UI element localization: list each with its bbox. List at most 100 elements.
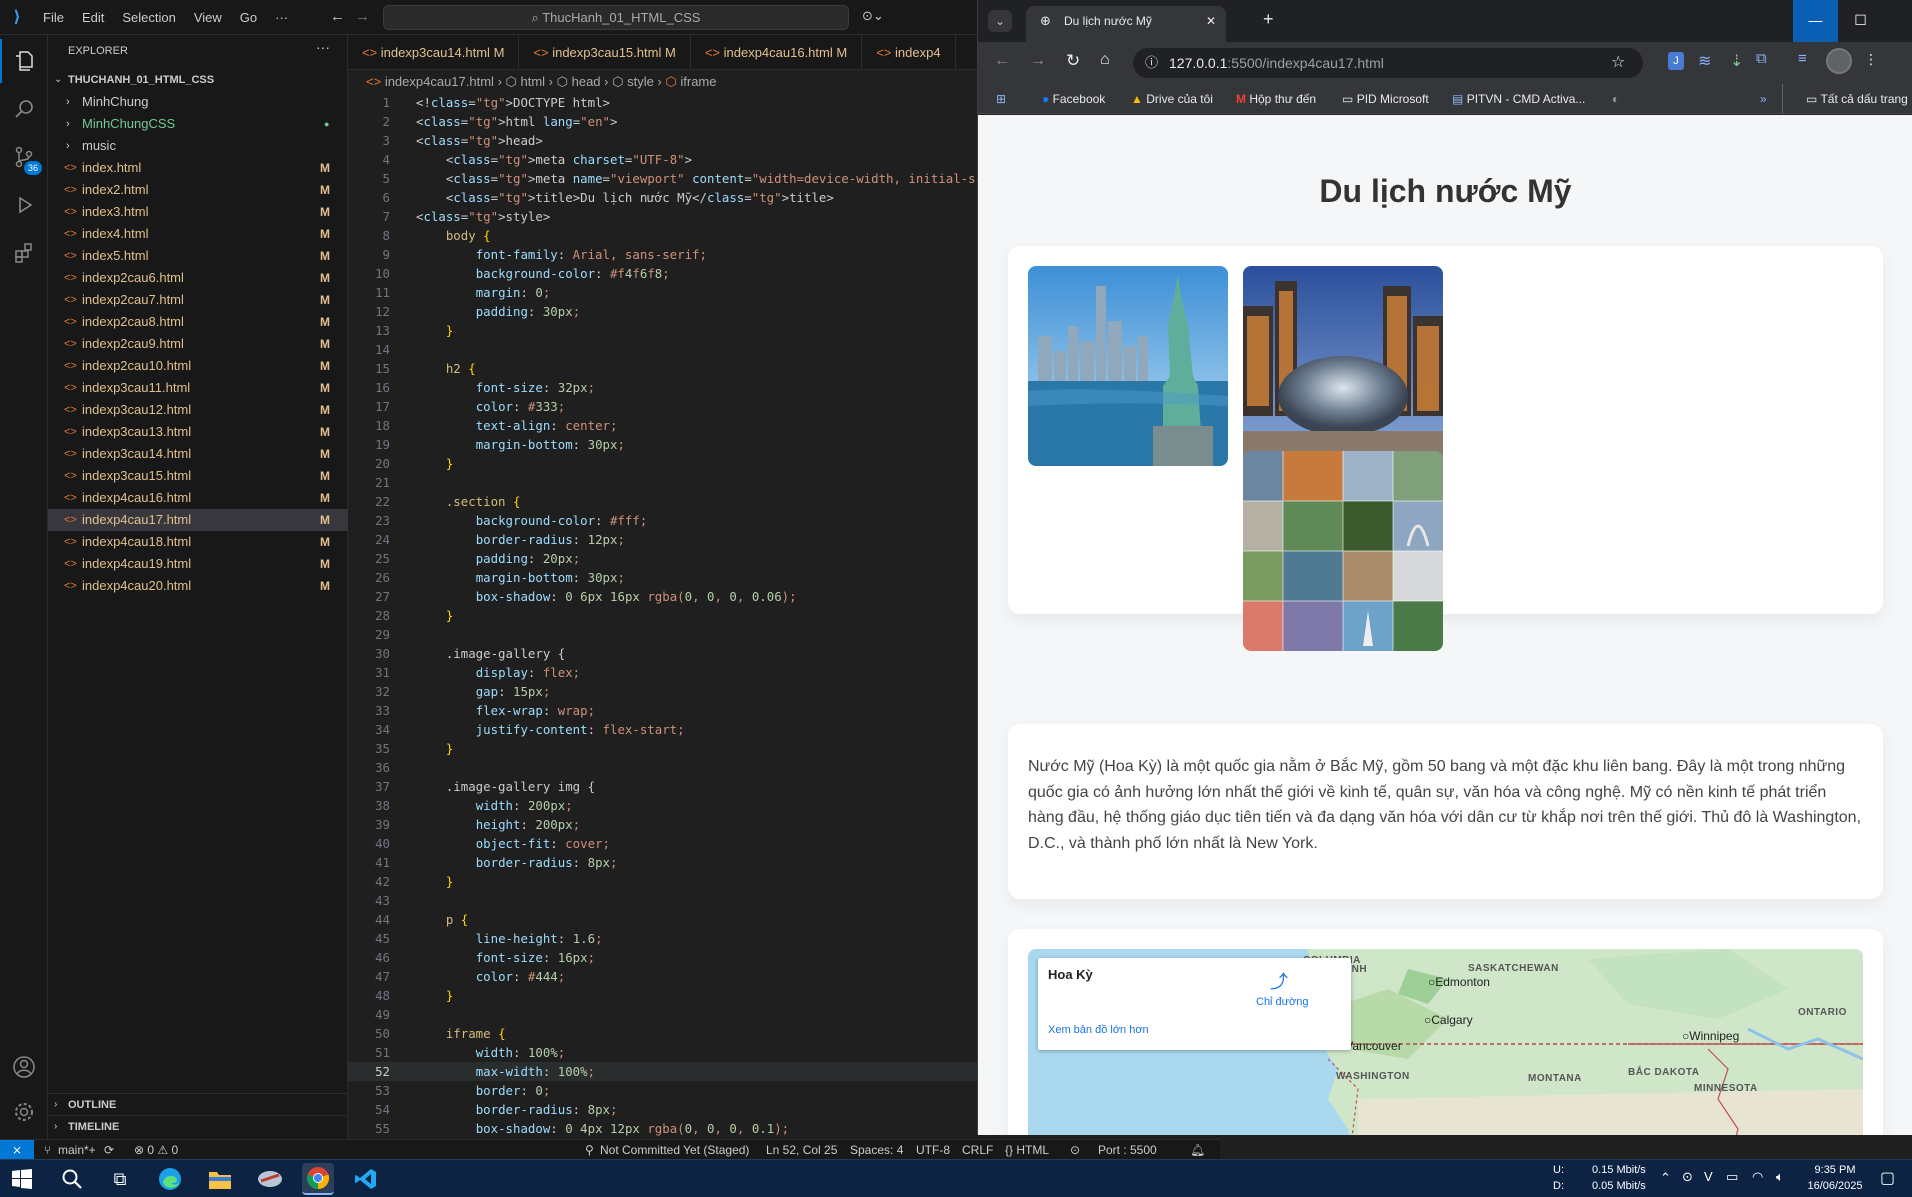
timeline-section[interactable]: › TIMELINE	[48, 1115, 348, 1137]
more-actions-icon[interactable]: ···	[316, 39, 330, 55]
outline-section[interactable]: › OUTLINE	[48, 1093, 348, 1115]
minimize-window-icon[interactable]: —	[1793, 0, 1838, 42]
globe-icon[interactable]: ◐	[1612, 84, 1619, 114]
browser-tab-active[interactable]: ⊕ Du lịch nước Mỹ ✕	[1026, 6, 1226, 42]
back-arrow-icon[interactable]: ←	[994, 52, 1010, 70]
file-item[interactable]: <> index3.html M	[48, 201, 348, 223]
code-line[interactable]: 17 color: #333;	[348, 397, 977, 416]
site-info-icon[interactable]: ⓘ	[1145, 48, 1158, 78]
extensions-icon[interactable]	[0, 231, 48, 275]
all-bookmarks-folder[interactable]: ▭ Tất cả dấu trang	[1806, 84, 1908, 114]
windows-start-icon[interactable]	[8, 1165, 36, 1193]
copilot-status-icon[interactable]: ⊙	[1070, 1140, 1080, 1160]
cursor-position[interactable]: Ln 52, Col 25	[766, 1140, 837, 1160]
menu-edit[interactable]: Edit	[82, 10, 104, 25]
file-item[interactable]: <> indexp2cau8.html M	[48, 311, 348, 333]
run-debug-icon[interactable]	[0, 183, 48, 227]
code-line[interactable]: 7 <class="tg">style>	[348, 207, 977, 226]
search-icon[interactable]	[0, 87, 48, 131]
file-item[interactable]: <> index.html M	[48, 157, 348, 179]
app-icon[interactable]	[256, 1165, 284, 1193]
code-line[interactable]: 3 <class="tg">head>	[348, 131, 977, 150]
code-line[interactable]: 2 <class="tg">html lang="en">	[348, 112, 977, 131]
file-item[interactable]: <> indexp2cau7.html M	[48, 289, 348, 311]
code-line[interactable]: 36	[348, 758, 977, 777]
code-line[interactable]: 45 line-height: 1.6;	[348, 929, 977, 948]
file-item[interactable]: <> indexp2cau9.html M	[48, 333, 348, 355]
tab-search-chevron-icon[interactable]: ⌄	[988, 10, 1012, 32]
menu-go[interactable]: Go	[240, 10, 257, 25]
live-server-port[interactable]: Port : 5500	[1098, 1140, 1157, 1160]
code-line[interactable]: 50 iframe {	[348, 1024, 977, 1043]
code-line[interactable]: 9 font-family: Arial, sans-serif;	[348, 245, 977, 264]
code-line[interactable]: 8 body {	[348, 226, 977, 245]
larger-map-link[interactable]: Xem bản đồ lớn hơn	[1048, 1024, 1149, 1036]
code-line[interactable]: 4 <class="tg">meta charset="UTF-8">	[348, 150, 977, 169]
code-line[interactable]: 21	[348, 473, 977, 492]
code-line[interactable]: 27 box-shadow: 0 6px 16px rgba(0, 0, 0, …	[348, 587, 977, 606]
code-line[interactable]: 43	[348, 891, 977, 910]
code-line[interactable]: 32 gap: 15px;	[348, 682, 977, 701]
code-line[interactable]: 54 border-radius: 8px;	[348, 1100, 977, 1119]
copilot-icon[interactable]: ⊙⌄	[862, 8, 884, 24]
code-line[interactable]: 20 }	[348, 454, 977, 473]
file-item[interactable]: <> index5.html M	[48, 245, 348, 267]
remote-icon[interactable]: ⨯	[0, 1140, 34, 1159]
extension-j-icon[interactable]: J	[1668, 52, 1684, 70]
battery-icon[interactable]: ▭	[1726, 1169, 1738, 1185]
download-icon[interactable]: ⇣	[1730, 51, 1743, 71]
file-item[interactable]: <> indexp3cau11.html M	[48, 377, 348, 399]
file-item[interactable]: <> index4.html M	[48, 223, 348, 245]
wifi-icon[interactable]: ◠	[1752, 1169, 1763, 1185]
code-line[interactable]: 24 border-radius: 12px;	[348, 530, 977, 549]
code-line[interactable]: 47 color: #444;	[348, 967, 977, 986]
code-line[interactable]: 13 }	[348, 321, 977, 340]
maximize-window-icon[interactable]: ☐	[1838, 0, 1883, 42]
profile-avatar[interactable]	[1826, 48, 1852, 74]
file-item[interactable]: <> indexp2cau6.html M	[48, 267, 348, 289]
code-line[interactable]: 48 }	[348, 986, 977, 1005]
extension-wave-icon[interactable]: ≋	[1698, 51, 1711, 71]
bookmark-drive[interactable]: ▲ Drive của tôi	[1131, 84, 1213, 114]
close-tab-icon[interactable]: ✕	[1206, 6, 1216, 36]
indent-status[interactable]: Spaces: 4	[850, 1140, 903, 1160]
file-item[interactable]: <> indexp4cau19.html M	[48, 553, 348, 575]
tray-v-icon[interactable]: V	[1704, 1169, 1713, 1184]
code-line[interactable]: 26 margin-bottom: 30px;	[348, 568, 977, 587]
file-item[interactable]: <> indexp4cau17.html M	[48, 509, 348, 531]
file-item[interactable]: <> indexp3cau12.html M	[48, 399, 348, 421]
menu-view[interactable]: View	[194, 10, 222, 25]
code-line[interactable]: 25 padding: 20px;	[348, 549, 977, 568]
code-line[interactable]: 28 }	[348, 606, 977, 625]
menu-selection[interactable]: Selection	[122, 10, 175, 25]
code-line[interactable]: 44 p {	[348, 910, 977, 929]
folder-item[interactable]: › MinhChungCSS ●	[48, 113, 348, 135]
file-item[interactable]: <> indexp4cau16.html M	[48, 487, 348, 509]
breadcrumb-item[interactable]: html	[521, 74, 546, 89]
code-line[interactable]: 34 justify-content: flex-start;	[348, 720, 977, 739]
code-line[interactable]: 15 h2 {	[348, 359, 977, 378]
breadcrumb-item[interactable]: head	[572, 74, 601, 89]
code-line[interactable]: 35 }	[348, 739, 977, 758]
new-tab-icon[interactable]: +	[1263, 9, 1274, 30]
menu-more[interactable]: ···	[275, 10, 288, 25]
code-line[interactable]: 5 <class="tg">meta name="viewport" conte…	[348, 169, 977, 188]
code-line[interactable]: 19 margin-bottom: 30px;	[348, 435, 977, 454]
vscode-taskbar-icon[interactable]	[352, 1165, 380, 1193]
folder-item[interactable]: › music	[48, 135, 348, 157]
tab-indexp3cau14[interactable]: <> indexp3cau14.html M	[348, 35, 520, 69]
code-line[interactable]: 14	[348, 340, 977, 359]
notifications-icon[interactable]: 🔔︎	[1190, 1140, 1205, 1160]
account-icon[interactable]	[0, 1045, 48, 1089]
bookmark-pitvn[interactable]: ▤ PITVN - CMD Activa...	[1452, 84, 1585, 114]
file-item[interactable]: <> indexp2cau10.html M	[48, 355, 348, 377]
code-line[interactable]: 12 padding: 30px;	[348, 302, 977, 321]
directions-icon[interactable]: ⤴	[1270, 968, 1288, 994]
reading-list-icon[interactable]: ≡	[1798, 50, 1807, 67]
browser-menu-icon[interactable]: ⋮	[1864, 51, 1878, 68]
command-center-search[interactable]: ⌕ ThucHanh_01_HTML_CSS	[383, 5, 849, 30]
settings-gear-icon[interactable]	[0, 1090, 48, 1134]
back-arrow-icon[interactable]: ←	[330, 8, 345, 25]
code-line[interactable]: 40 object-fit: cover;	[348, 834, 977, 853]
file-item[interactable]: <> indexp4cau18.html M	[48, 531, 348, 553]
